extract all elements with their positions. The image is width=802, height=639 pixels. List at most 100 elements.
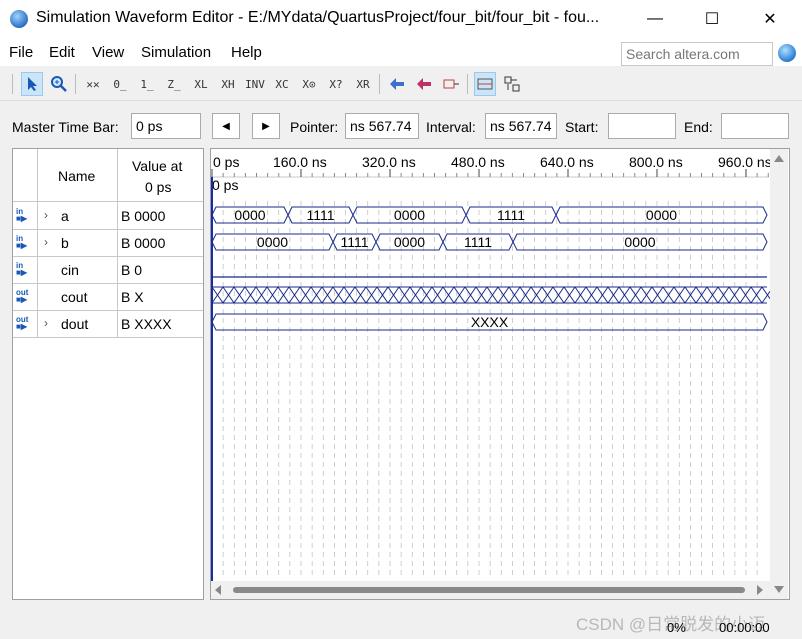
ruler-tick-label: 800.0 ns [629, 154, 683, 170]
waveform-canvas[interactable]: 0 ps 160.0 ns 320.0 ns 480.0 ns 640.0 ns 800.… [211, 149, 789, 599]
menu-help[interactable]: Help [231, 44, 262, 61]
toolbar-separator [379, 74, 380, 94]
overwrite-clock-icon[interactable]: X⊙ [298, 72, 320, 96]
run-functional-icon[interactable] [386, 72, 408, 96]
wave-cout-unknown [508, 286, 521, 304]
waveform-compare-icon[interactable] [501, 72, 523, 96]
minimize-button[interactable]: — [632, 6, 678, 32]
menu-file[interactable]: File [9, 44, 33, 61]
wave-cout-unknown [310, 286, 323, 304]
wave-cout-unknown [244, 286, 257, 304]
wave-cout-unknown [277, 286, 290, 304]
output-pin-icon: out ■▶ [16, 315, 29, 331]
menu-simulation[interactable]: Simulation [141, 44, 211, 61]
wave-cout-unknown [222, 286, 235, 304]
master-time-bar-field[interactable]: 0 ps [131, 113, 201, 139]
wave-cout-unknown [585, 286, 598, 304]
wave-a-value-label: 0000 [646, 207, 677, 223]
start-field[interactable] [608, 113, 676, 139]
invert-icon[interactable]: INV [244, 72, 266, 96]
output-pin-icon: out ■▶ [16, 288, 29, 304]
maximize-button[interactable]: ☐ [689, 6, 735, 32]
count-value-icon[interactable]: XC [271, 72, 293, 96]
signal-row-cout[interactable]: out ■▶ cout B X [13, 284, 203, 310]
arbitrary-value-icon[interactable]: X? [325, 72, 347, 96]
wave-cout-unknown [321, 286, 334, 304]
run-timing-icon[interactable] [413, 72, 435, 96]
forcing-low-icon[interactable]: 0̲ [109, 72, 131, 96]
wave-cout-unknown [563, 286, 576, 304]
signal-row-b[interactable]: in ■▶ › b B 0000 [13, 230, 203, 256]
wave-cout-unknown [464, 286, 477, 304]
wave-cout-unknown [607, 286, 620, 304]
value-column-header[interactable]: Value at [132, 158, 182, 174]
globe-icon[interactable] [778, 44, 796, 62]
input-pin-icon: in ■▶ [16, 261, 27, 277]
status-elapsed-time: 00:00:00 [719, 620, 770, 635]
forcing-high-icon[interactable]: 1̲ [136, 72, 158, 96]
horizontal-scroll-thumb[interactable] [233, 587, 745, 593]
previous-transition-button[interactable]: ◀ [212, 113, 240, 139]
signal-value: B 0000 [121, 208, 166, 224]
wave-cout-unknown [750, 286, 763, 304]
menu-edit[interactable]: Edit [49, 44, 75, 61]
weak-high-icon[interactable]: XH [217, 72, 239, 96]
zoom-tool-icon[interactable] [48, 72, 70, 96]
signal-value: B 0 [121, 262, 143, 278]
row-divider [13, 337, 203, 338]
wave-dout-value-label: XXXX [471, 314, 509, 330]
run-timing-netlist-icon[interactable] [440, 72, 462, 96]
signal-value: B X [121, 289, 144, 305]
wave-cout-unknown [409, 286, 422, 304]
random-value-icon[interactable]: XR [352, 72, 374, 96]
signal-row-a[interactable]: in ■▶ › a B 0000 [13, 202, 203, 229]
wave-cout-unknown [420, 286, 433, 304]
wave-cout-unknown [662, 286, 675, 304]
wave-cout-unknown [299, 286, 312, 304]
unknown-x-icon[interactable]: ✕✕ [82, 72, 104, 96]
input-pin-icon: in ■▶ [16, 234, 27, 250]
snap-to-grid-icon[interactable] [474, 72, 496, 96]
wave-cout-unknown [497, 286, 510, 304]
cursor-time-label: 0 ps [212, 177, 238, 193]
wave-cout-unknown [728, 286, 741, 304]
pointer-label: Pointer: [290, 119, 339, 135]
wave-cout-unknown [618, 286, 631, 304]
ruler-tick-label: 0 ps [213, 154, 239, 170]
end-field[interactable] [721, 113, 789, 139]
wave-cout-unknown [442, 286, 455, 304]
interval-label: Interval: [426, 119, 476, 135]
vertical-scrollbar[interactable] [770, 149, 788, 599]
wave-a-value-label: 1111 [306, 207, 334, 223]
wave-cout-unknown [574, 286, 587, 304]
ruler-tick-label: 640.0 ns [540, 154, 594, 170]
wave-cout-unknown [431, 286, 444, 304]
ruler-tick-label: 960.0 ns [718, 154, 772, 170]
window-title: Simulation Waveform Editor - E:/MYdata/Q… [36, 9, 600, 26]
wave-b-value-label: 0000 [257, 234, 288, 250]
wave-cout-unknown [453, 286, 466, 304]
signal-row-cin[interactable]: in ■▶ cin B 0 [13, 257, 203, 283]
wave-cout-unknown [640, 286, 653, 304]
next-transition-button[interactable]: ▶ [252, 113, 280, 139]
wave-cout-unknown [288, 286, 301, 304]
name-column-header[interactable]: Name [58, 168, 95, 184]
status-progress: 0% [667, 620, 686, 635]
wave-cout-unknown [541, 286, 554, 304]
wave-b-value-label: 0000 [394, 234, 425, 250]
ruler-tick-label: 160.0 ns [273, 154, 327, 170]
expand-chevron-icon[interactable]: › [44, 235, 48, 249]
menu-view[interactable]: View [92, 44, 124, 61]
expand-chevron-icon[interactable]: › [44, 208, 48, 222]
wave-cout-unknown [255, 286, 268, 304]
ruler-tick-label: 320.0 ns [362, 154, 416, 170]
signal-row-dout[interactable]: out ■▶ › dout B XXXX [13, 311, 203, 337]
close-button[interactable]: ✕ [747, 6, 793, 32]
pointer-tool-icon[interactable] [21, 72, 43, 96]
weak-low-icon[interactable]: XL [190, 72, 212, 96]
signal-value: B 0000 [121, 235, 166, 251]
search-input[interactable]: Search altera.com [621, 42, 773, 66]
signal-name: b [61, 235, 69, 251]
high-impedance-icon[interactable]: Z̲ [163, 72, 185, 96]
expand-chevron-icon[interactable]: › [44, 316, 48, 330]
